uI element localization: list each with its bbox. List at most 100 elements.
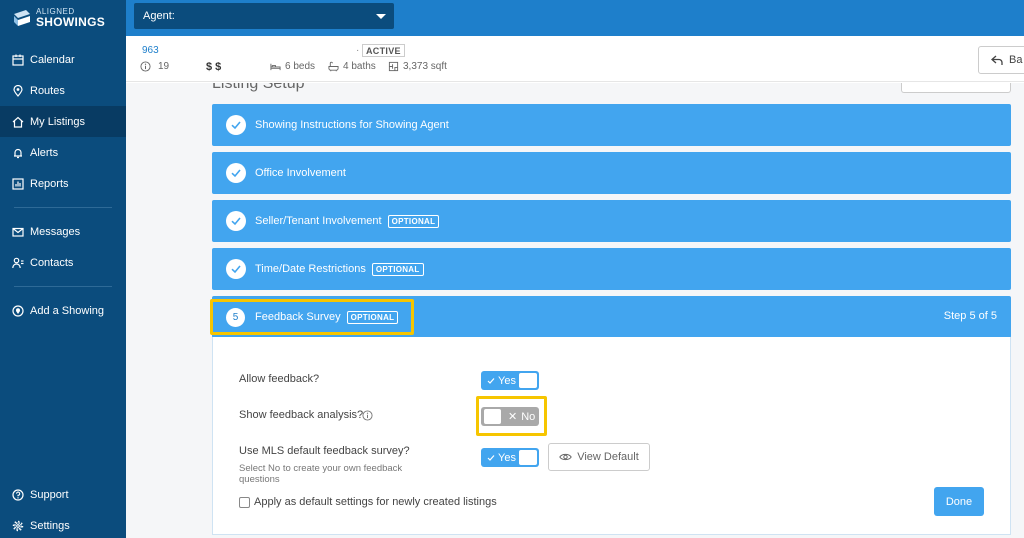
sidebar-item-support[interactable]: Support bbox=[0, 479, 126, 510]
price-value: $ $ bbox=[206, 61, 222, 73]
brand-logo[interactable]: ALIGNED SHOWINGS bbox=[0, 0, 126, 36]
check-icon bbox=[226, 163, 246, 183]
home-icon bbox=[12, 116, 24, 128]
bed-icon bbox=[270, 63, 281, 71]
optional-badge: OPTIONAL bbox=[371, 262, 424, 276]
done-button[interactable]: Done bbox=[934, 487, 984, 516]
allow-feedback-label: Allow feedback? bbox=[239, 373, 320, 385]
mail-icon bbox=[12, 227, 24, 237]
highlight-box bbox=[210, 299, 414, 335]
back-button[interactable]: Ba bbox=[978, 46, 1024, 74]
location-pin-icon bbox=[13, 84, 23, 97]
listing-number[interactable]: 963 bbox=[142, 45, 159, 56]
beds-value: 6 beds bbox=[285, 61, 316, 72]
toggle-label: Yes bbox=[481, 452, 516, 464]
floorplan-icon bbox=[388, 61, 399, 72]
sidebar-item-settings[interactable]: Settings bbox=[0, 510, 126, 538]
contacts-icon bbox=[12, 257, 24, 268]
sidebar-divider bbox=[14, 286, 112, 287]
step-label: Time/Date Restrictions bbox=[255, 263, 366, 275]
optional-badge: OPTIONAL bbox=[387, 214, 440, 228]
sidebar-nav: Calendar Routes My Listings Alerts Repor… bbox=[0, 44, 126, 326]
step-label: Office Involvement bbox=[255, 167, 346, 179]
step-label: Seller/Tenant Involvement bbox=[255, 215, 382, 227]
sidebar-item-routes[interactable]: Routes bbox=[0, 75, 126, 106]
sidebar-bottom: Support Settings bbox=[0, 479, 126, 538]
check-icon bbox=[487, 454, 495, 461]
page-title: Listing Setup bbox=[212, 83, 305, 92]
calendar-icon bbox=[12, 54, 24, 66]
apply-default-label: Apply as default settings for newly crea… bbox=[254, 496, 497, 508]
baths-value: 4 baths bbox=[343, 61, 376, 72]
check-icon bbox=[226, 259, 246, 279]
check-icon bbox=[487, 377, 495, 384]
check-icon bbox=[226, 115, 246, 135]
view-default-button[interactable]: View Default bbox=[548, 443, 650, 471]
view-default-label: View Default bbox=[577, 451, 639, 463]
add-location-icon bbox=[12, 304, 24, 317]
listing-sqft: 3,373 sqft bbox=[388, 61, 447, 72]
sidebar-item-label: Calendar bbox=[30, 53, 75, 66]
feedback-survey-panel: Allow feedback? Yes Show feedback analys… bbox=[212, 337, 1011, 535]
step-time-date-restrictions[interactable]: Time/Date Restrictions OPTIONAL bbox=[212, 248, 1011, 290]
apply-default-checkbox[interactable] bbox=[239, 497, 250, 508]
sidebar-item-label: Alerts bbox=[30, 146, 59, 159]
mls-default-toggle[interactable]: Yes bbox=[481, 448, 539, 467]
sidebar-item-label: Support bbox=[30, 488, 69, 501]
sidebar-item-add-showing[interactable]: Add a Showing bbox=[0, 295, 126, 326]
sidebar-item-label: Messages bbox=[30, 225, 81, 238]
caret-down-icon bbox=[376, 14, 386, 19]
info-icon[interactable] bbox=[362, 410, 373, 421]
mls-default-label: Use MLS default feedback survey? bbox=[239, 445, 410, 457]
sidebar-divider bbox=[14, 207, 112, 208]
toggle-knob bbox=[519, 373, 537, 388]
sidebar-item-calendar[interactable]: Calendar bbox=[0, 44, 126, 75]
sidebar-item-label: Routes bbox=[30, 84, 65, 97]
mls-default-hint: Select No to create your own feedback qu… bbox=[239, 463, 403, 485]
sidebar-item-my-listings[interactable]: My Listings bbox=[0, 106, 126, 137]
count-value: 19 bbox=[158, 61, 170, 72]
step-seller-tenant-involvement[interactable]: Seller/Tenant Involvement OPTIONAL bbox=[212, 200, 1011, 242]
toggle-knob bbox=[519, 450, 537, 465]
bar-chart-icon bbox=[12, 177, 24, 190]
agent-select[interactable]: Agent: bbox=[134, 3, 394, 29]
sidebar-item-alerts[interactable]: Alerts bbox=[0, 137, 126, 168]
sidebar-item-label: Reports bbox=[30, 177, 69, 190]
sidebar: ALIGNED SHOWINGS Calendar Routes My List… bbox=[0, 0, 126, 538]
status-badge: ACTIVE bbox=[362, 44, 405, 57]
listing-price: $ $ bbox=[206, 61, 221, 73]
step-label: Showing Instructions for Showing Agent bbox=[255, 119, 449, 131]
top-action-button[interactable] bbox=[901, 83, 1011, 93]
back-button-label: Ba bbox=[1009, 54, 1023, 66]
agent-select-label: Agent: bbox=[143, 10, 175, 22]
listing-setup-content: Listing Setup Showing Instructions for S… bbox=[126, 83, 1024, 538]
toggle-label: Yes bbox=[481, 375, 516, 387]
sidebar-item-label: Contacts bbox=[30, 256, 74, 269]
bell-icon bbox=[14, 148, 22, 158]
eye-icon bbox=[559, 453, 573, 461]
gear-icon bbox=[12, 520, 24, 531]
step-office-involvement[interactable]: Office Involvement bbox=[212, 152, 1011, 194]
sidebar-item-contacts[interactable]: Contacts bbox=[0, 247, 126, 278]
sqft-value: 3,373 sqft bbox=[403, 61, 447, 72]
listing-header: 963 · ACTIVE 19 $ $ 6 beds 4 baths 3,373… bbox=[126, 36, 1024, 82]
help-icon bbox=[12, 488, 24, 501]
logo-icon bbox=[14, 10, 30, 26]
highlight-box bbox=[476, 396, 547, 436]
listing-baths: 4 baths bbox=[328, 61, 376, 72]
sidebar-item-label: Add a Showing bbox=[30, 304, 104, 317]
sidebar-item-label: Settings bbox=[30, 519, 70, 532]
back-arrow-icon bbox=[991, 55, 1003, 65]
info-icon bbox=[140, 61, 151, 72]
bathtub-icon bbox=[328, 61, 339, 72]
listing-beds: 6 beds bbox=[270, 61, 315, 72]
feedback-analysis-label: Show feedback analysis? bbox=[239, 409, 364, 421]
step-showing-instructions[interactable]: Showing Instructions for Showing Agent bbox=[212, 104, 1011, 146]
sidebar-item-reports[interactable]: Reports bbox=[0, 168, 126, 199]
sidebar-item-messages[interactable]: Messages bbox=[0, 216, 126, 247]
sidebar-item-label: My Listings bbox=[30, 115, 86, 128]
check-icon bbox=[226, 211, 246, 231]
step-progress: Step 5 of 5 bbox=[943, 310, 997, 322]
top-bar: Agent: bbox=[126, 0, 1024, 36]
allow-feedback-toggle[interactable]: Yes bbox=[481, 371, 539, 390]
